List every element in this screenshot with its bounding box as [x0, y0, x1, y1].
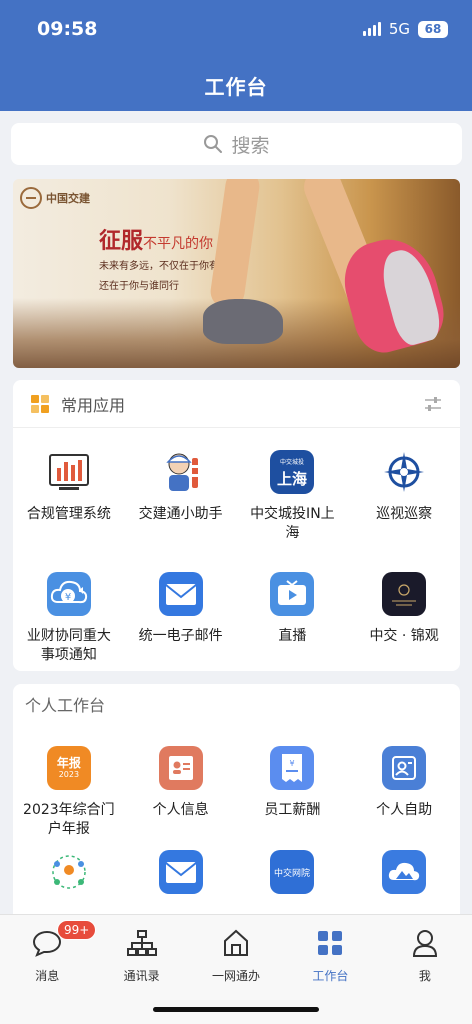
- battery-icon: 68: [418, 20, 448, 38]
- nav-one-stop[interactable]: 一网通办: [189, 915, 283, 995]
- nav-contacts[interactable]: 通讯录: [94, 915, 188, 995]
- app-jinguan[interactable]: 中交 · 锦观: [348, 550, 460, 672]
- mail-icon: [158, 850, 203, 894]
- app-label: 合规管理系统: [26, 506, 111, 522]
- app-personal-info[interactable]: 个人信息: [125, 724, 237, 850]
- svg-text:中交城投: 中交城投: [280, 458, 304, 466]
- self-service-icon: [382, 746, 427, 790]
- app-inspection[interactable]: 巡视巡察: [348, 428, 460, 550]
- app-salary[interactable]: ¥ 员工薪酬: [237, 724, 349, 850]
- apps-grid-icon: [31, 394, 49, 413]
- app-label: 交建通小助手: [138, 506, 223, 522]
- status-time: 09:58: [37, 18, 98, 40]
- app-partial-1[interactable]: [13, 850, 125, 910]
- app-partial-2[interactable]: [125, 850, 237, 910]
- network-college-icon: 中交网院: [270, 850, 315, 894]
- app-label: 业财协同重大事项通知: [26, 628, 111, 663]
- app-annual-report[interactable]: 年报 2023 2023年综合门户年报: [13, 724, 125, 850]
- page-title: 工作台: [204, 75, 268, 99]
- search-bar[interactable]: 搜索: [11, 123, 462, 165]
- app-compliance[interactable]: 合规管理系统: [13, 428, 125, 550]
- top-bar: 09:58 5G 68 工作台: [0, 0, 472, 111]
- search-icon: [204, 135, 223, 153]
- app-live[interactable]: 直播: [237, 550, 349, 672]
- salary-receipt-icon: ¥: [270, 746, 315, 790]
- annual-report-icon: 年报 2023: [46, 746, 91, 790]
- runner-shoe-left: [203, 299, 283, 344]
- nav-label: 工作台: [312, 969, 349, 983]
- banner-line-2: 还在于你与谁同行: [99, 281, 179, 292]
- cloud-yuan-icon: ¥: [46, 572, 91, 616]
- app-partial-3[interactable]: 中交网院: [237, 850, 349, 910]
- nav-label: 消息: [35, 969, 60, 983]
- ccc-logo-icon: [20, 187, 42, 209]
- app-email[interactable]: 统一电子邮件: [125, 550, 237, 672]
- bottom-nav: 99+ 消息 通讯录 一网通办 工作台 我: [0, 914, 472, 1024]
- compass-emblem-icon: [382, 450, 426, 494]
- common-apps-header: 常用应用: [13, 380, 460, 428]
- banner-logo: 中国交建: [20, 187, 90, 209]
- personal-workspace-card: 个人工作台 年报 2023 2023年综合门户年报 个人信息 ¥ 员工薪酬 个人…: [13, 684, 460, 924]
- settings-sliders-icon[interactable]: [424, 396, 442, 412]
- banner-slogan: 征服不平凡的你: [99, 223, 213, 255]
- banner-brand: 中国交建: [46, 192, 90, 205]
- nav-workbench[interactable]: 工作台: [283, 915, 377, 995]
- personal-header: 个人工作台: [13, 684, 460, 724]
- app-label: 直播: [278, 628, 307, 644]
- runner-leg-left: [208, 179, 262, 311]
- nav-label: 通讯录: [123, 969, 160, 983]
- nav-label: 我: [418, 969, 431, 983]
- app-partial-4[interactable]: [348, 850, 460, 910]
- search-placeholder: 搜索: [231, 134, 270, 157]
- people-network-icon: [47, 850, 91, 894]
- nav-me[interactable]: 我: [378, 915, 472, 995]
- app-label: 巡视巡察: [376, 506, 433, 522]
- nav-label: 一网通办: [212, 969, 261, 983]
- banner-slogan-main: 征服: [99, 228, 144, 254]
- home-indicator[interactable]: [153, 1007, 319, 1012]
- worker-mascot-icon: [159, 450, 203, 494]
- nav-messages[interactable]: 99+ 消息: [0, 915, 97, 995]
- svg-text:¥: ¥: [65, 592, 71, 603]
- tv-play-icon: [270, 572, 315, 616]
- app-label: 个人信息: [152, 802, 209, 818]
- bar-chart-icon: [46, 450, 91, 494]
- app-label: 2023年综合门户年报: [23, 802, 115, 837]
- personal-title: 个人工作台: [25, 696, 106, 715]
- grid-icon: [316, 927, 344, 959]
- svg-text:上海: 上海: [277, 470, 307, 488]
- shanghai-logo-icon: 中交城投 上海: [270, 450, 315, 494]
- app-label: 统一电子邮件: [138, 628, 223, 644]
- svg-text:¥: ¥: [290, 759, 295, 768]
- message-badge: 99+: [57, 920, 97, 940]
- mail-icon: [158, 572, 203, 616]
- annual-report-icon-year: 2023: [58, 770, 80, 779]
- id-card-icon: [158, 746, 203, 790]
- person-icon: [411, 927, 439, 959]
- home-icon: [221, 927, 251, 959]
- app-label: 中交城投IN上海: [250, 506, 335, 541]
- common-apps-title: 常用应用: [61, 395, 126, 415]
- jinguan-logo-icon: [382, 572, 427, 616]
- promo-banner[interactable]: 中国交建 征服不平凡的你 未来有多远，不仅在于你有梦想 还在于你与谁同行: [13, 179, 460, 368]
- app-label: 个人自助: [376, 802, 433, 818]
- app-self-service[interactable]: 个人自助: [348, 724, 460, 850]
- app-finance-notice[interactable]: ¥ 业财协同重大事项通知: [13, 550, 125, 672]
- org-chart-icon: [126, 927, 158, 959]
- network-type: 5G: [388, 20, 410, 38]
- cloud-mountain-icon: [382, 850, 427, 894]
- app-assistant[interactable]: 交建通小助手: [125, 428, 237, 550]
- signal-icon: [362, 22, 381, 36]
- app-label: 中交 · 锦观: [369, 628, 439, 644]
- app-label: 员工薪酬: [264, 802, 321, 818]
- annual-report-icon-text: 年报: [56, 756, 81, 770]
- app-chengtou-shanghai[interactable]: 中交城投 上海 中交城投IN上海: [237, 428, 349, 550]
- network-college-icon-text: 中交网院: [274, 867, 310, 879]
- banner-slogan-sub: 不平凡的你: [143, 236, 214, 252]
- status-icons: 5G 68: [362, 20, 448, 38]
- common-apps-card: 常用应用 合规管理系统 交建通小助手 中交城投 上海 中交城投IN上海 巡视巡察…: [13, 380, 460, 671]
